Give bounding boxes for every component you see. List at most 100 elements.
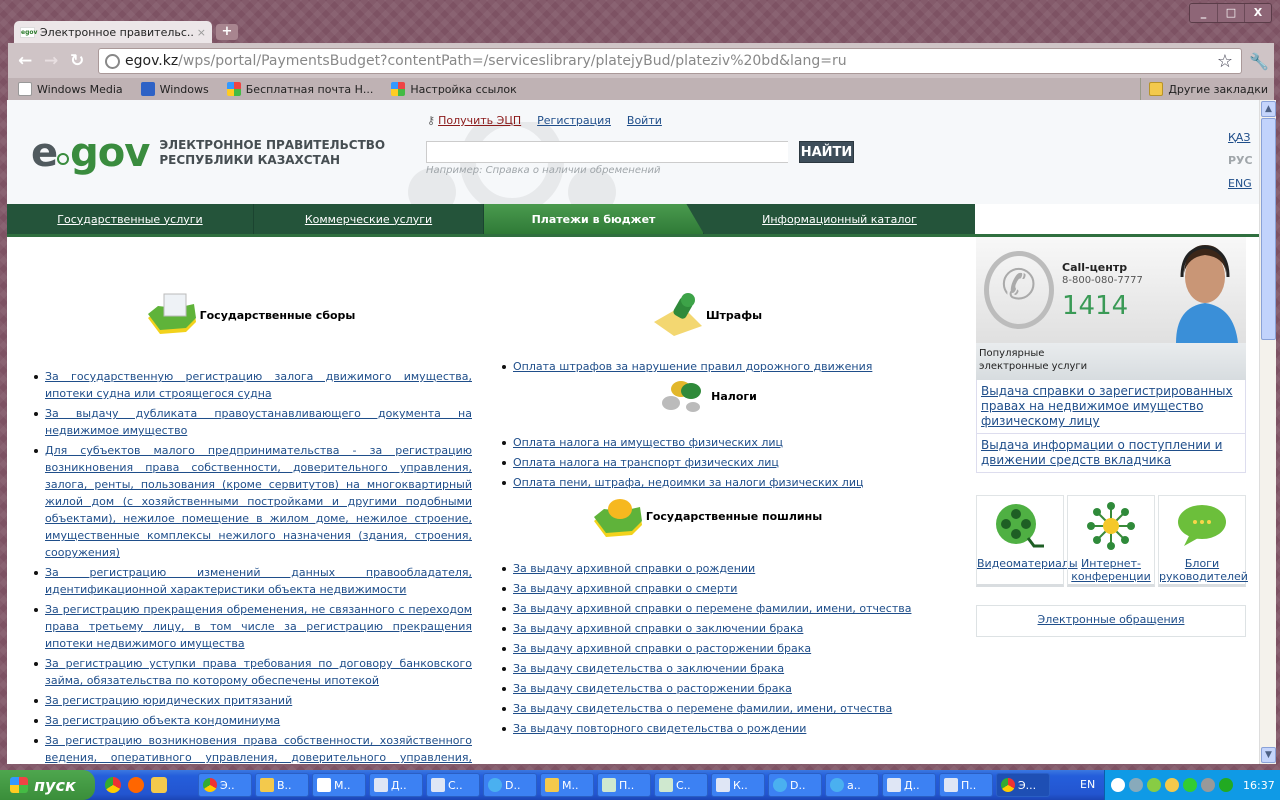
taskbar-button[interactable]: В.. [255, 773, 309, 797]
close-window-button[interactable]: X [1244, 4, 1271, 22]
tile-conferences[interactable]: Интернет-конференции [1067, 495, 1155, 587]
taskbar-button[interactable]: Э.. [198, 773, 252, 797]
service-link[interactable]: За выдачу архивной справки о смерти [513, 582, 737, 595]
service-link[interactable]: За регистрацию объекта кондоминиума [45, 714, 280, 727]
taskbar-button[interactable]: П.. [939, 773, 993, 797]
service-link[interactable]: Оплата штрафов за нарушение правил дорож… [513, 360, 872, 373]
messenger-tray-icon[interactable] [1165, 778, 1179, 792]
taskbar-button[interactable]: М.. [312, 773, 366, 797]
nav-gos-uslugi[interactable]: Государственные услуги [7, 204, 254, 234]
taskbar-button[interactable]: D.. [483, 773, 537, 797]
nav-payments[interactable]: Платежи в бюджет [484, 204, 704, 234]
taskbar-button[interactable]: D.. [768, 773, 822, 797]
tile-blogs[interactable]: Блоги руководителей [1158, 495, 1248, 587]
address-bar[interactable]: egov.kz/wps/portal/PaymentsBudget?conten… [98, 48, 1269, 74]
mail-tray-icon[interactable] [1183, 778, 1197, 792]
list-item: Оплата пени, штрафа, недоимки за налоги … [497, 474, 917, 491]
taskbar-button[interactable]: М.. [540, 773, 594, 797]
tile-video[interactable]: Видеоматериалы [976, 495, 1078, 587]
bookmark-label: Windows [159, 82, 209, 96]
key-icon: ⚷ [427, 114, 436, 127]
service-link[interactable]: За выдачу свидетельства о перемене фамил… [513, 702, 892, 715]
bookmark-item[interactable]: Windows [140, 82, 209, 96]
chrome-icon[interactable] [105, 777, 121, 793]
start-button[interactable]: пуск [0, 770, 95, 800]
taskbar-button[interactable]: К.. [711, 773, 765, 797]
taskbar-button[interactable]: С.. [654, 773, 708, 797]
nav-info-catalog[interactable]: Информационный каталог [704, 204, 975, 234]
scroll-up-icon[interactable]: ▲ [1261, 101, 1276, 117]
popular-link[interactable]: Выдача информации о поступлении и движен… [981, 438, 1222, 467]
taskbar-button-active[interactable]: Э... [996, 773, 1050, 797]
forward-arrow-icon[interactable]: → [44, 51, 58, 71]
bookmark-item[interactable]: Бесплатная почта Н... [226, 82, 373, 96]
service-link[interactable]: Для субъектов малого предпринимательства… [45, 444, 472, 559]
taskbar-button[interactable]: С.. [426, 773, 480, 797]
taskbar-button[interactable]: a.. [825, 773, 879, 797]
lang-eng[interactable]: ENG [1228, 177, 1252, 190]
wrench-icon[interactable]: 🔧 [1249, 52, 1269, 71]
browser-tab[interactable]: egov Электронное правительс... × [14, 21, 212, 43]
lang-kaz[interactable]: ҚАЗ [1228, 131, 1250, 144]
service-link[interactable]: За регистрацию уступки права требования … [45, 657, 472, 687]
app-tray-icon[interactable] [1219, 778, 1233, 792]
service-link[interactable]: За выдачу свидетельства о заключении бра… [513, 662, 784, 675]
taskbar-button[interactable]: П.. [597, 773, 651, 797]
tile-label[interactable]: Блоги руководителей [1159, 557, 1248, 583]
new-tab-button[interactable]: + [216, 24, 238, 40]
service-link[interactable]: За регистрацию юридических притязаний [45, 694, 292, 707]
service-link[interactable]: Оплата пени, штрафа, недоимки за налоги … [513, 476, 863, 489]
scroll-down-icon[interactable]: ▼ [1261, 747, 1276, 763]
service-link[interactable]: Оплата налога на транспорт физических ли… [513, 456, 779, 469]
maximize-button[interactable]: □ [1217, 4, 1244, 22]
service-link[interactable]: За выдачу архивной справки о рождении [513, 562, 755, 575]
service-link[interactable]: За выдачу повторного свидетельства о рож… [513, 722, 806, 735]
service-link[interactable]: За выдачу дубликата правоустанавливающег… [45, 407, 472, 437]
taskbar-button[interactable]: Д.. [882, 773, 936, 797]
taskbar-label: М.. [334, 778, 351, 792]
login-link[interactable]: Войти [627, 114, 662, 127]
minimize-button[interactable]: _ [1190, 4, 1217, 22]
tile-label[interactable]: Интернет-конференции [1071, 557, 1150, 583]
bookmark-item[interactable]: Настройка ссылок [391, 82, 517, 96]
tray-expand-icon[interactable] [1111, 778, 1125, 792]
e-appeals-link[interactable]: Электронные обращения [1038, 613, 1185, 626]
call-center-banner[interactable]: Call-центр 8-800-080-7777 1414 [976, 237, 1246, 343]
service-link[interactable]: За регистрацию изменений данных правообл… [45, 566, 472, 596]
input-language[interactable]: EN [1080, 778, 1095, 791]
folder-icon [545, 778, 559, 792]
service-link[interactable]: За государственную регистрацию залога дв… [45, 370, 472, 400]
taskbar-button[interactable]: Д.. [369, 773, 423, 797]
bookmark-item[interactable]: Windows Media [18, 82, 123, 96]
service-link[interactable]: За выдачу свидетельства о расторжении бр… [513, 682, 792, 695]
tile-label[interactable]: Видеоматериалы [977, 557, 1078, 570]
egov-logo[interactable]: e gov ЭЛЕКТРОННОЕ ПРАВИТЕЛЬСТВО РЕСПУБЛИК… [31, 130, 385, 176]
web-page: e gov ЭЛЕКТРОННОЕ ПРАВИТЕЛЬСТВО РЕСПУБЛИК… [7, 100, 1259, 764]
scroll-thumb[interactable] [1261, 118, 1276, 340]
icq-tray-icon[interactable] [1147, 778, 1161, 792]
messenger-icon[interactable] [151, 777, 167, 793]
search-button[interactable]: НАЙТИ [799, 141, 854, 163]
list-item: За регистрацию прекращения обременения, … [29, 601, 472, 652]
close-tab-icon[interactable]: × [197, 26, 206, 39]
nav-commercial[interactable]: Коммерческие услуги [254, 204, 484, 234]
service-link[interactable]: За регистрацию возникновения права собст… [45, 734, 472, 764]
volume-icon[interactable] [1201, 778, 1215, 792]
service-link[interactable]: За выдачу архивной справки о перемене фа… [513, 602, 911, 615]
service-link[interactable]: За регистрацию прекращения обременения, … [45, 603, 472, 650]
bookmark-star-icon[interactable]: ☆ [1217, 51, 1233, 72]
get-ecp-link[interactable]: Получить ЭЦП [438, 114, 521, 127]
vertical-scrollbar[interactable]: ▲ ▼ [1259, 100, 1276, 764]
mail-at-icon[interactable] [128, 777, 144, 793]
register-link[interactable]: Регистрация [537, 114, 611, 127]
service-link[interactable]: За выдачу архивной справки о заключении … [513, 622, 803, 635]
reload-icon[interactable]: ↻ [70, 51, 84, 71]
back-arrow-icon[interactable]: ← [18, 51, 32, 71]
call-center-title: Call-центр [1062, 261, 1128, 274]
service-link[interactable]: За выдачу архивной справки о расторжении… [513, 642, 811, 655]
network-tray-icon[interactable] [1129, 778, 1143, 792]
service-link[interactable]: Оплата налога на имущество физических ли… [513, 436, 783, 449]
popular-link[interactable]: Выдача справки о зарегистрированных прав… [981, 384, 1233, 428]
other-bookmarks[interactable]: Другие закладки [1140, 78, 1268, 100]
search-input[interactable] [426, 141, 788, 163]
